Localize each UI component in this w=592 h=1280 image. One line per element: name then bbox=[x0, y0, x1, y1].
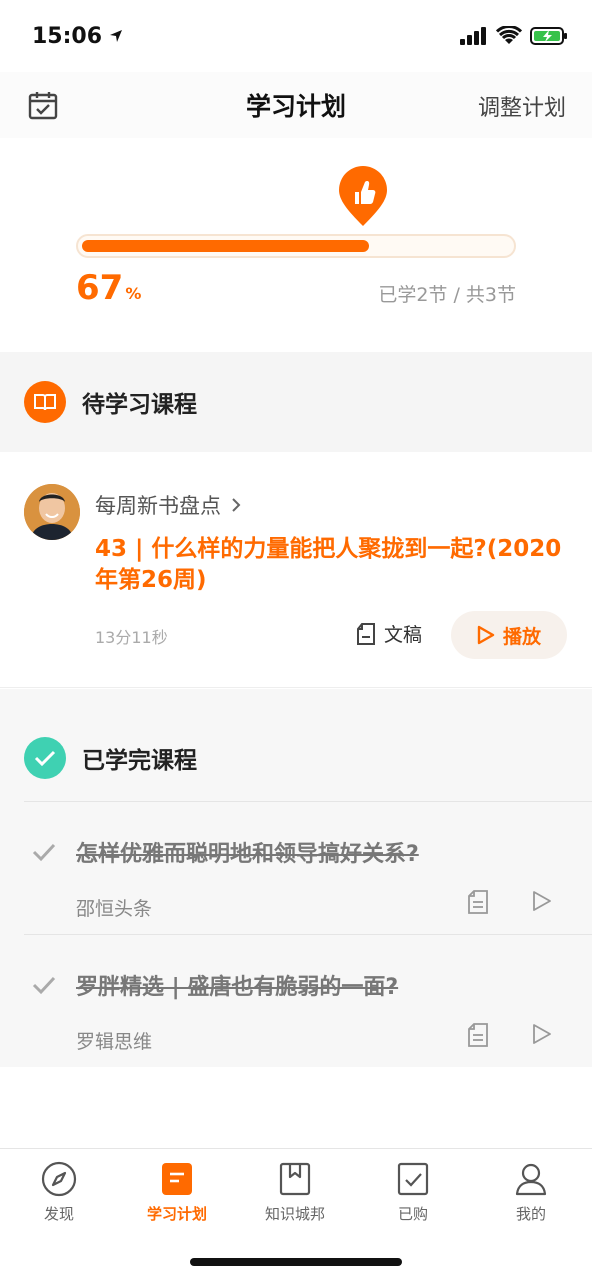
completed-item-source: 邵恒头条 bbox=[76, 898, 153, 920]
document-icon[interactable] bbox=[468, 890, 488, 914]
tab-label: 已购 bbox=[397, 1205, 428, 1223]
wifi-icon bbox=[496, 26, 522, 44]
completed-item-source: 罗辑思维 bbox=[76, 1031, 153, 1053]
location-arrow-icon bbox=[110, 30, 123, 42]
completed-section-header: 已学完课程 bbox=[24, 737, 197, 779]
check-icon bbox=[32, 843, 56, 862]
check-icon bbox=[32, 976, 56, 995]
course-series-link[interactable]: 每周新书盘点 bbox=[95, 490, 241, 520]
document-icon[interactable] bbox=[468, 1023, 488, 1047]
book-icon bbox=[24, 381, 66, 423]
page-title: 学习计划 bbox=[245, 92, 346, 121]
play-label: 播放 bbox=[502, 625, 541, 648]
transcript-button[interactable]: 文稿 bbox=[356, 620, 422, 647]
person-icon bbox=[515, 1163, 547, 1196]
check-circle-icon bbox=[24, 737, 66, 779]
progress-percent: 67% bbox=[76, 268, 141, 308]
progress-percent-value: 67 bbox=[76, 268, 124, 308]
status-time: 15:06 bbox=[32, 23, 103, 49]
lesson-duration: 13分11秒 bbox=[95, 628, 168, 647]
completed-section-title: 已学完课程 bbox=[82, 748, 197, 774]
progress-bar bbox=[76, 234, 516, 258]
completed-item-title: 罗胖精选 | 盛唐也有脆弱的一面? bbox=[76, 975, 399, 1000]
adjust-plan-button[interactable]: 调整计划 bbox=[478, 90, 566, 122]
play-button[interactable]: 播放 bbox=[451, 611, 567, 659]
tab-purchased[interactable]: 已购 bbox=[354, 1161, 472, 1224]
nav-bar: 学习计划 调整计划 bbox=[0, 72, 592, 138]
pending-course-card[interactable]: 每周新书盘点 43 | 什么样的力量能把人聚拢到一起?(2020年第26周) 1… bbox=[0, 452, 592, 688]
tab-discover[interactable]: 发现 bbox=[0, 1161, 118, 1224]
home-indicator[interactable] bbox=[190, 1258, 402, 1266]
tab-study-plan[interactable]: 学习计划 bbox=[118, 1161, 236, 1224]
battery-charging-icon bbox=[530, 27, 567, 45]
thumbs-up-pin-icon bbox=[339, 166, 387, 226]
course-series: 每周新书盘点 bbox=[95, 494, 221, 518]
pending-section-header: 待学习课程 bbox=[0, 352, 592, 452]
calendar-check-icon[interactable] bbox=[28, 90, 58, 120]
status-bar: 15:06 bbox=[0, 0, 592, 72]
progress-percent-unit: % bbox=[125, 284, 142, 303]
progress-section: 67% 已学2节 / 共3节 bbox=[0, 138, 592, 352]
avatar bbox=[24, 484, 80, 540]
completed-item-title: 怎样优雅而聪明地和领导搞好关系? bbox=[76, 842, 419, 867]
lesson-title[interactable]: 43 | 什么样的力量能把人聚拢到一起?(2020年第26周) bbox=[95, 534, 565, 596]
signal-icon bbox=[460, 27, 486, 45]
completed-item[interactable]: 怎样优雅而聪明地和领导搞好关系? 邵恒头条 bbox=[24, 801, 592, 933]
tab-label: 知识城邦 bbox=[264, 1205, 325, 1223]
completed-item[interactable]: 罗胖精选 | 盛唐也有脆弱的一面? 罗辑思维 bbox=[24, 934, 592, 1066]
transcript-label: 文稿 bbox=[384, 624, 423, 646]
progress-fill bbox=[82, 240, 369, 252]
play-icon[interactable] bbox=[532, 1023, 552, 1045]
tab-knowledge-city[interactable]: 知识城邦 bbox=[236, 1161, 354, 1224]
progress-count: 已学2节 / 共3节 bbox=[378, 284, 516, 306]
pending-section-title: 待学习课程 bbox=[82, 392, 197, 418]
play-icon[interactable] bbox=[532, 890, 552, 912]
play-icon bbox=[477, 625, 495, 645]
purchased-icon bbox=[397, 1162, 429, 1196]
plan-icon bbox=[162, 1163, 192, 1195]
document-icon bbox=[357, 622, 375, 645]
tab-label: 学习计划 bbox=[146, 1205, 207, 1223]
tab-label: 发现 bbox=[43, 1205, 74, 1223]
bookmark-icon bbox=[279, 1162, 311, 1196]
tab-label: 我的 bbox=[515, 1205, 546, 1223]
completed-section: 已学完课程 怎样优雅而聪明地和领导搞好关系? 邵恒头条 罗胖精选 | 盛唐也有脆… bbox=[0, 689, 592, 1067]
compass-icon bbox=[41, 1161, 77, 1197]
tab-profile[interactable]: 我的 bbox=[472, 1161, 590, 1224]
chevron-right-icon bbox=[232, 498, 241, 512]
